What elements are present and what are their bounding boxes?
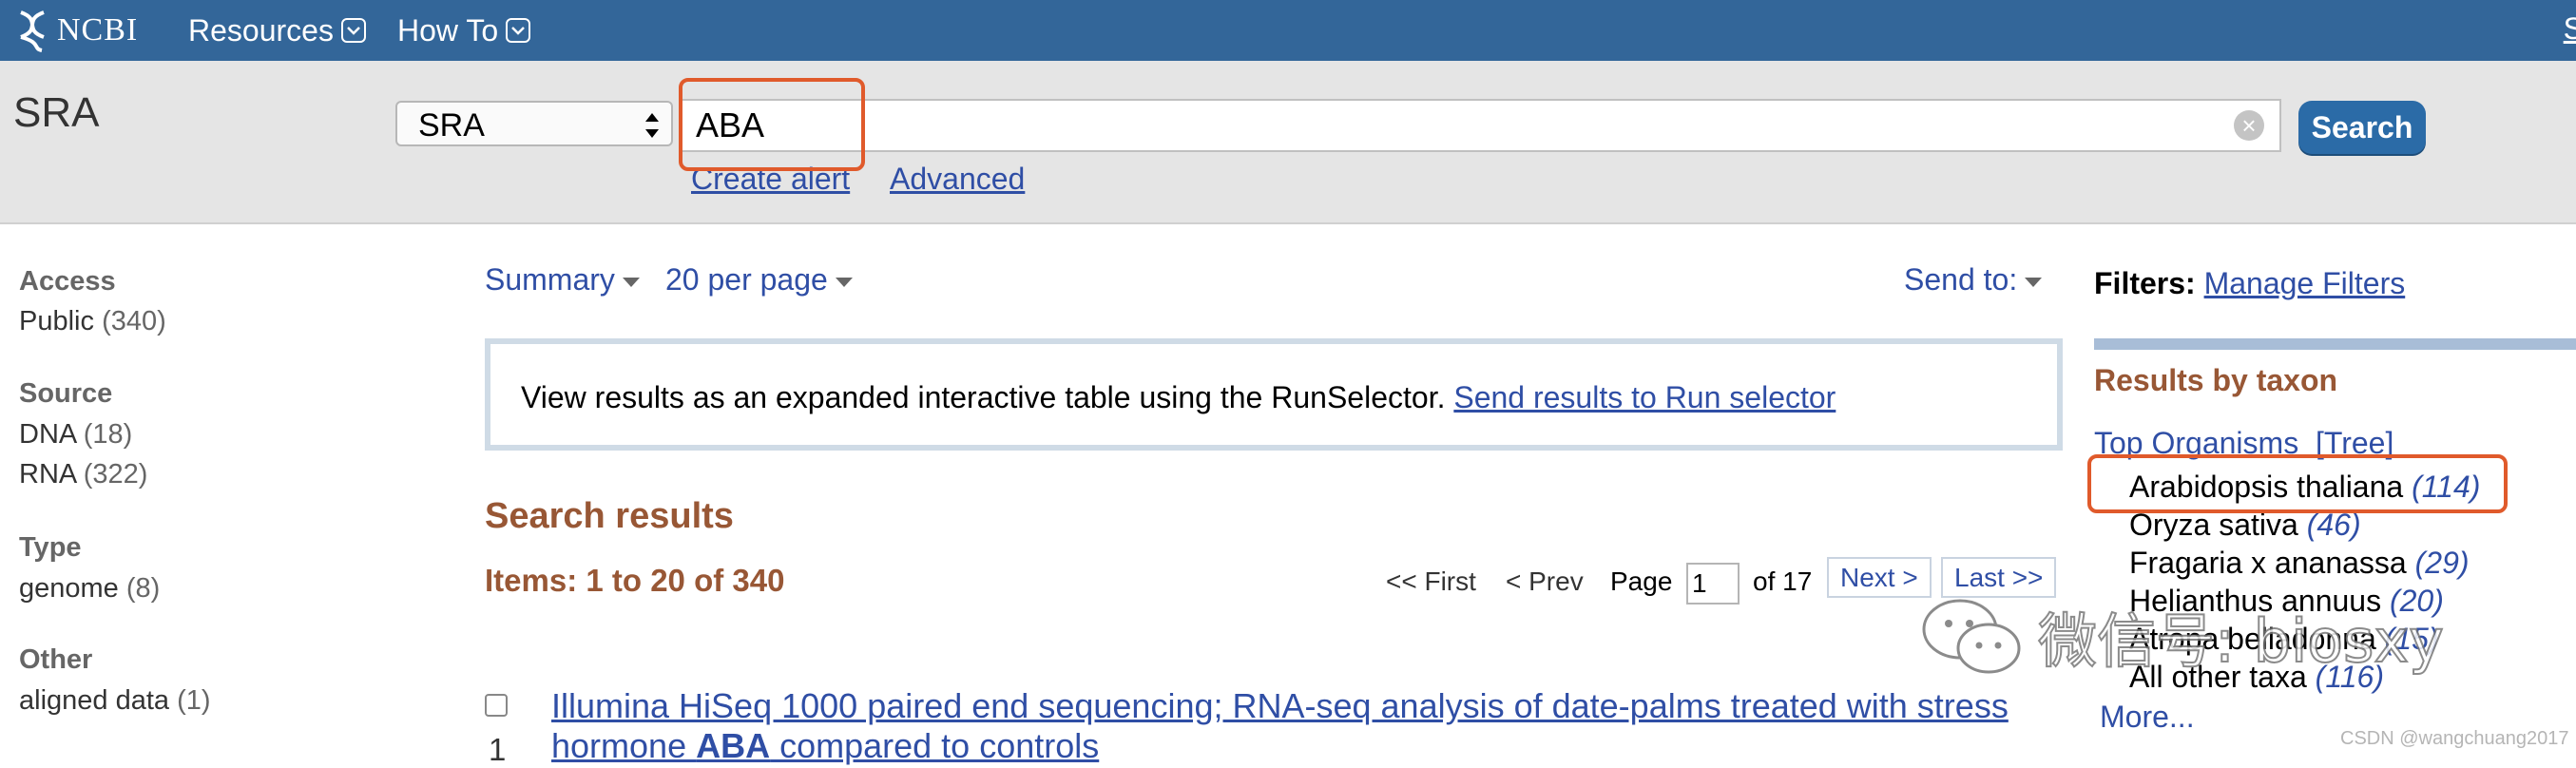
result-checkbox[interactable]: [485, 694, 508, 717]
facet-public[interactable]: Public (340): [19, 306, 166, 337]
taxon-fragaria[interactable]: Fragaria x ananassa (29): [2129, 546, 2470, 581]
taxon-oryza[interactable]: Oryza sativa (46): [2129, 508, 2361, 543]
chevron-down-icon: [506, 18, 531, 43]
wechat-watermark: 微信号: biosxy: [1920, 593, 2445, 679]
facet-label: genome: [19, 573, 119, 604]
facet-source-title: Source: [19, 378, 113, 409]
wechat-icon: [1922, 599, 2021, 674]
caret-down-icon: [2025, 277, 2043, 287]
facet-label: RNA: [19, 459, 76, 490]
facet-aligned-data[interactable]: aligned data (1): [19, 685, 211, 717]
pager-prev: < Prev: [1506, 566, 1584, 596]
facet-label: DNA: [19, 419, 76, 450]
per-page-label: 20 per page: [665, 262, 828, 297]
top-organisms-link[interactable]: Top Organisms: [2094, 426, 2298, 460]
watermark-text: 微信号: biosxy: [2037, 605, 2445, 677]
select-arrows-icon: [645, 113, 659, 138]
taxon-arabidopsis[interactable]: Arabidopsis thaliana (114): [2129, 470, 2480, 505]
facet-count: (18): [83, 419, 133, 450]
sidebar-divider: [2094, 338, 2576, 350]
page-label: Page: [1610, 566, 1673, 596]
create-alert-link[interactable]: Create alert: [691, 162, 850, 197]
taxon-name: Oryza sativa: [2129, 508, 2298, 542]
nav-resources-label: Resources: [188, 12, 334, 48]
ncbi-helix-icon: [20, 10, 45, 52]
send-to-run-selector-link[interactable]: Send results to Run selector: [1453, 380, 1836, 414]
taxon-name: Fragaria x ananassa: [2129, 546, 2407, 580]
facet-count: (322): [83, 459, 148, 490]
more-taxa-link[interactable]: More...: [2100, 700, 2195, 735]
send-to-label: Send to:: [1904, 262, 2018, 297]
page-total: of 17: [1753, 566, 1813, 596]
chevron-down-icon: [340, 18, 366, 43]
facet-count: (1): [177, 685, 211, 716]
facet-type-title: Type: [19, 532, 82, 563]
pager-first: << First: [1386, 566, 1476, 596]
search-input[interactable]: [681, 99, 2281, 152]
run-selector-message: View results as an expanded interactive …: [521, 380, 1446, 414]
nav-resources[interactable]: Resources: [188, 11, 366, 49]
search-band: SRA SRA × Search Create alert Advanced: [0, 61, 2576, 224]
database-select-value: SRA: [418, 107, 485, 144]
facet-label: aligned data: [19, 685, 170, 716]
per-page-dropdown[interactable]: 20 per page: [665, 262, 853, 298]
nav-how-to-label: How To: [397, 12, 499, 48]
caret-down-icon: [622, 277, 640, 287]
pager-next-button[interactable]: Next >: [1827, 557, 1932, 598]
facet-rna[interactable]: RNA (322): [19, 459, 147, 490]
result-title-line2-post: compared to controls: [770, 726, 1100, 765]
filters-header: Filters: Manage Filters: [2094, 266, 2405, 301]
summary-format-dropdown[interactable]: Summary: [485, 262, 640, 298]
taxon-count: (46): [2306, 508, 2361, 542]
advanced-search-link[interactable]: Advanced: [890, 162, 1025, 197]
facet-count: (8): [125, 573, 161, 604]
facet-genome[interactable]: genome (8): [19, 573, 160, 605]
result-number: 1: [489, 732, 507, 767]
facet-access-title: Access: [19, 266, 116, 297]
logo-text: NCBI: [57, 12, 139, 48]
filters-label: Filters:: [2094, 266, 2196, 300]
manage-filters-link[interactable]: Manage Filters: [2204, 266, 2406, 300]
database-title: SRA: [13, 89, 100, 136]
results-by-taxon-heading: Results by taxon: [2094, 363, 2338, 397]
pager-last-button[interactable]: Last >>: [1941, 557, 2057, 598]
items-count: Items: 1 to 20 of 340: [485, 563, 785, 598]
facet-count: (340): [102, 306, 166, 336]
result-title-keyword: ABA: [696, 726, 771, 765]
result-title-link[interactable]: Illumina HiSeq 1000 paired end sequencin…: [551, 686, 2009, 766]
taxon-count: (114): [2412, 470, 2481, 504]
clear-search-icon[interactable]: ×: [2234, 110, 2264, 141]
ncbi-header-bar: NCBI Resources How To S: [0, 0, 2576, 61]
sign-in-link[interactable]: S: [2564, 11, 2576, 47]
database-select[interactable]: SRA: [395, 101, 673, 146]
run-selector-box: View results as an expanded interactive …: [485, 338, 2063, 451]
facet-dna[interactable]: DNA (18): [19, 419, 132, 451]
run-selector-text: View results as an expanded interactive …: [521, 380, 1836, 415]
send-to-dropdown[interactable]: Send to:: [1904, 262, 2043, 298]
result-title-line1: Illumina HiSeq 1000 paired end sequencin…: [551, 686, 2009, 725]
nav-how-to[interactable]: How To: [397, 11, 531, 49]
taxon-count: (29): [2414, 546, 2470, 580]
result-title-line2-pre: hormone: [551, 726, 697, 765]
search-results-heading: Search results: [485, 496, 734, 536]
tree-link[interactable]: [Tree]: [2316, 426, 2393, 460]
top-organisms-header: Top Organisms [Tree]: [2094, 426, 2393, 461]
caret-down-icon: [835, 277, 853, 287]
taxon-name: Arabidopsis thaliana: [2129, 470, 2404, 504]
facet-other-title: Other: [19, 644, 93, 675]
facet-label: Public: [19, 306, 94, 336]
ncbi-logo[interactable]: NCBI: [13, 4, 138, 57]
search-button[interactable]: Search: [2298, 101, 2426, 154]
page-number-input[interactable]: [1686, 563, 1740, 605]
summary-label: Summary: [485, 262, 615, 297]
csdn-watermark: CSDN @wangchuang2017: [2340, 728, 2569, 749]
